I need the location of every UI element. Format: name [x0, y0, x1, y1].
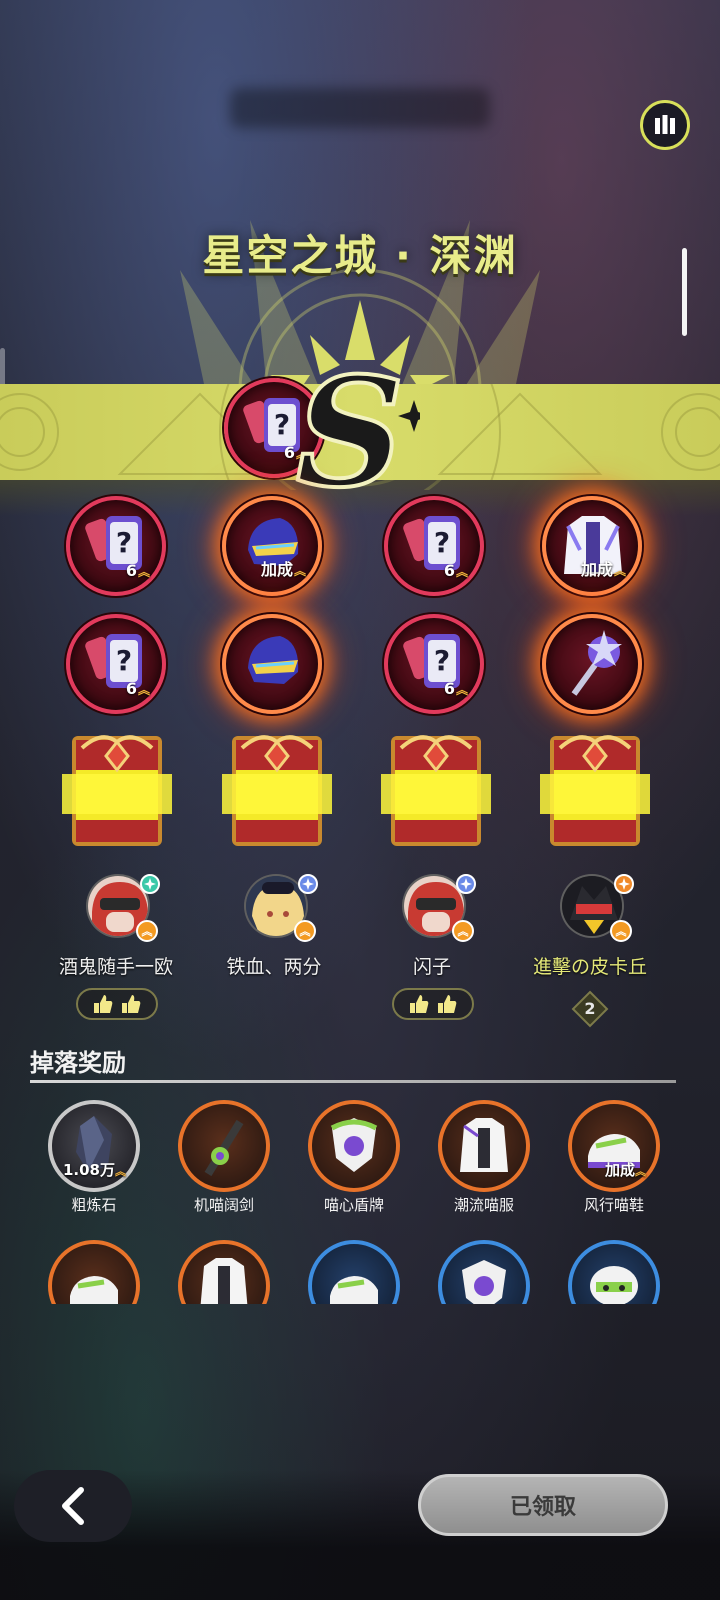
reward-item-mystery-gear-bag[interactable]: ? 6︽ — [384, 496, 484, 596]
element-badge-icon — [298, 874, 318, 894]
like-button[interactable] — [76, 988, 158, 1020]
thumbs-up-icon — [438, 995, 457, 1013]
reward-item-mystery-gear-bag[interactable]: ? 6︽ — [66, 496, 166, 596]
double-chevron-up-icon: ︽ — [613, 564, 626, 578]
reward-item-helmet[interactable]: 加成︽ — [222, 496, 322, 596]
rank-up-icon: ︽ — [610, 920, 632, 942]
drop-item[interactable] — [178, 1100, 270, 1192]
thumbs-up-icon — [410, 995, 429, 1013]
claimed-button[interactable]: 已领取 — [418, 1474, 668, 1536]
like-count-badge: 2 — [571, 990, 609, 1028]
treasure-chest[interactable] — [62, 726, 172, 851]
double-chevron-up-icon: ︽ — [455, 565, 468, 579]
svg-text:?: ? — [116, 526, 132, 559]
drop-item[interactable] — [308, 1100, 400, 1192]
item-label: 6︽ — [125, 561, 150, 580]
drop-item-label: 粗炼石 — [71, 1196, 117, 1214]
player-name: 闪子 — [412, 956, 451, 978]
chest-icon — [540, 735, 650, 846]
grade-s-emblem: S — [294, 360, 420, 510]
item-label: 6︽ — [443, 679, 468, 698]
drop-item-shoes[interactable] — [48, 1240, 140, 1304]
drop-item-shield-blue[interactable] — [438, 1240, 530, 1304]
reward-item-jacket[interactable]: 加成︽ — [542, 496, 642, 596]
like-button[interactable] — [392, 988, 474, 1020]
stage-title: 星空之城 · 深渊 — [202, 231, 518, 280]
double-chevron-up-icon: ︽ — [137, 683, 150, 697]
item-label: 加成︽ — [260, 560, 306, 579]
element-badge-icon — [456, 874, 476, 894]
helmet-icon — [248, 636, 299, 684]
double-chevron-up-icon: ︽ — [455, 683, 468, 697]
svg-text:?: ? — [116, 644, 132, 677]
drop-item-cap-blue[interactable] — [568, 1240, 660, 1304]
rank-up-icon: ︽ — [452, 920, 474, 942]
treasure-chest[interactable] — [222, 726, 332, 851]
drop-value: 1.08万︽ — [62, 1161, 126, 1179]
mace-icon — [571, 630, 622, 696]
player-name: 铁血、两分 — [226, 956, 322, 978]
item-label: 加成︽ — [580, 560, 626, 579]
player-card[interactable]: ︽ 铁血、两分 — [194, 874, 354, 1014]
drops-second-row — [0, 1232, 720, 1304]
treasure-chest[interactable] — [540, 726, 650, 851]
chest-icon — [381, 735, 491, 846]
item-label: 6︽ — [125, 679, 150, 698]
player-card[interactable]: ︽ 進擊の皮卡丘 2 — [510, 874, 670, 1028]
drop-item-icon — [460, 1118, 508, 1172]
player-name: 進擊の皮卡丘 — [532, 956, 647, 978]
reward-item-mystery-gear-bag[interactable]: ? 6︽ — [66, 614, 166, 714]
drop-item-icon — [330, 1118, 378, 1172]
rank-up-icon: ︽ — [136, 920, 158, 942]
player-card[interactable]: ︽ 酒鬼随手一欧 — [36, 874, 196, 1020]
chest-icon — [222, 735, 332, 846]
blurred-header — [230, 88, 490, 128]
drops-title: 掉落奖励 — [30, 1049, 126, 1077]
thumbs-up-icon — [94, 995, 113, 1013]
svg-text:S: S — [296, 360, 404, 510]
double-chevron-up-icon: ︽ — [137, 565, 150, 579]
drop-item[interactable] — [438, 1100, 530, 1192]
element-badge-icon — [140, 874, 160, 894]
element-badge-icon — [614, 874, 634, 894]
thumbs-up-icon — [122, 995, 141, 1013]
drop-item[interactable]: 加成︽ — [568, 1100, 660, 1192]
player-card[interactable]: ︽ 闪子 — [352, 874, 512, 1020]
drop-item-icon — [204, 1119, 244, 1177]
bar-chart-icon — [655, 115, 675, 134]
drop-item-label: 喵心盾牌 — [323, 1196, 384, 1214]
chest-icon — [62, 735, 172, 846]
drop-item[interactable]: 1.08万︽ — [48, 1100, 140, 1192]
drop-item-label: 潮流喵服 — [453, 1196, 514, 1214]
drops-divider — [30, 1080, 676, 1083]
drop-item-label: 机喵阔剑 — [193, 1196, 254, 1214]
treasure-chest[interactable] — [381, 726, 491, 851]
reward-item-mace[interactable] — [542, 614, 642, 714]
player-name: 酒鬼随手一欧 — [58, 956, 173, 978]
svg-text:?: ? — [274, 408, 290, 441]
drop-item-label: 风行喵鞋 — [583, 1196, 644, 1214]
drop-value: 加成︽ — [604, 1161, 646, 1179]
double-chevron-up-icon: ︽ — [293, 564, 306, 578]
reward-item-helmet[interactable] — [222, 614, 322, 714]
item-label: 6︽ — [443, 561, 468, 580]
reward-item-mystery-gear-bag[interactable]: ? 6︽ — [384, 614, 484, 714]
drop-item-jacket[interactable] — [178, 1240, 270, 1304]
svg-text:?: ? — [434, 644, 450, 677]
drop-item-shoes-blue[interactable] — [308, 1240, 400, 1304]
stats-button[interactable] — [640, 100, 690, 150]
chevron-left-icon — [62, 1487, 84, 1525]
rank-up-icon: ︽ — [294, 920, 316, 942]
back-button[interactable] — [14, 1470, 132, 1542]
svg-text:?: ? — [434, 526, 450, 559]
